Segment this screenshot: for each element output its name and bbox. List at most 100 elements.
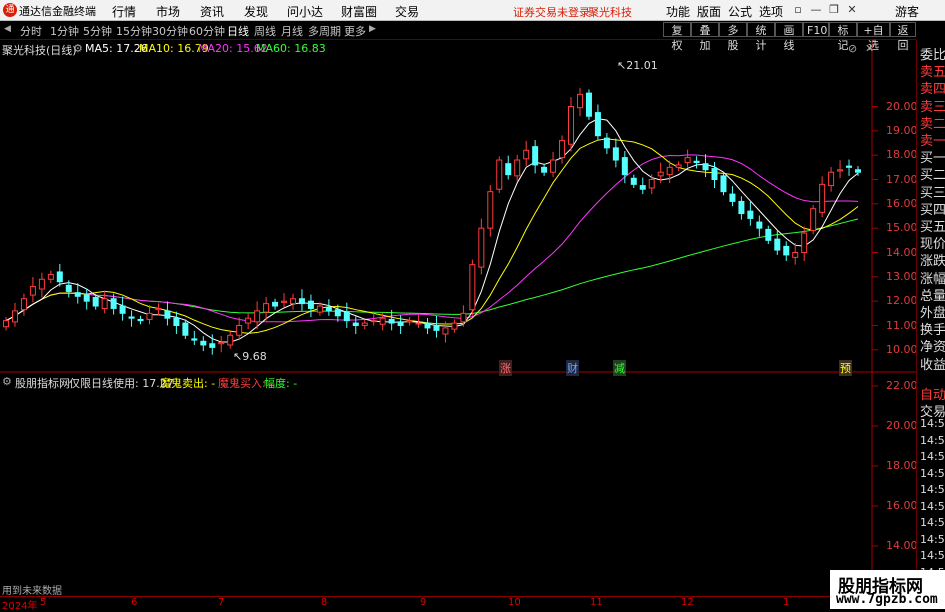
menu-market[interactable]: 市场 — [156, 3, 180, 20]
candle — [693, 160, 700, 163]
marker-finance[interactable]: 财 — [566, 360, 579, 376]
mark-button[interactable]: 标记 — [829, 22, 857, 52]
period-15min[interactable]: 15分钟 — [116, 23, 152, 39]
candle — [585, 92, 592, 117]
indicator-tick-label: 14.00 — [886, 539, 918, 552]
minimize-icon[interactable]: — — [808, 2, 824, 18]
period-1min[interactable]: 1分钟 — [50, 23, 79, 39]
candle — [451, 322, 458, 330]
kline-chart[interactable] — [0, 40, 916, 596]
nav-left-icon[interactable]: ◀ — [4, 24, 11, 34]
month-label: 11 — [590, 597, 603, 608]
candle — [594, 112, 601, 137]
candle — [146, 312, 153, 320]
overlay-button[interactable]: 叠加 — [691, 22, 719, 52]
candle — [11, 310, 18, 323]
period-multi[interactable]: 多周期 — [308, 23, 341, 39]
menu-layout[interactable]: 版面 — [697, 3, 721, 20]
candle — [478, 227, 485, 268]
period-daily[interactable]: 日线 — [227, 23, 249, 39]
menu-wealth[interactable]: 财富圈 — [341, 3, 377, 20]
more-dropdown-icon[interactable]: ▶ — [369, 24, 376, 34]
back-button[interactable]: 返回 — [890, 22, 916, 52]
menu-trade[interactable]: 交易 — [395, 3, 419, 20]
draw-line-button[interactable]: 画线 — [775, 22, 803, 52]
f10-button[interactable]: F10 — [803, 22, 829, 37]
candle — [272, 301, 279, 307]
chart-close-icon[interactable]: ✕ — [865, 42, 874, 55]
menu-ask[interactable]: 问小达 — [287, 3, 323, 20]
candle — [496, 159, 503, 190]
quote-field-label: 总量 — [920, 288, 945, 304]
price-tick-label: 18.00 — [886, 148, 918, 162]
quote-field-label: 现价 — [920, 237, 945, 253]
menu-discover[interactable]: 发现 — [244, 3, 268, 20]
high-price-label: ↖21.01 — [617, 59, 658, 72]
candle — [370, 320, 377, 323]
candle — [837, 169, 844, 172]
month-label: 10 — [508, 597, 521, 608]
period-intraday[interactable]: 分时 — [20, 23, 42, 39]
ma5-line — [5, 118, 859, 343]
ma-lines — [5, 118, 859, 343]
quote-field-label: 卖四 — [920, 82, 945, 98]
candle — [173, 317, 180, 327]
period-weekly[interactable]: 周线 — [254, 23, 276, 39]
quote-field-label: 卖一 — [920, 134, 945, 149]
multi-stock-button[interactable]: 多股 — [719, 22, 747, 52]
marker-forecast[interactable]: 预 — [839, 360, 852, 376]
candle — [137, 318, 144, 322]
candle — [74, 292, 81, 297]
collapse-icon[interactable]: ▫ — [790, 2, 806, 18]
menu-formula[interactable]: 公式 — [728, 3, 752, 20]
candle — [325, 306, 332, 312]
chart-title: 聚光科技(日线) — [2, 44, 77, 57]
candle — [236, 325, 243, 336]
menu-options[interactable]: 选项 — [759, 3, 783, 20]
add-watchlist-button[interactable]: +自选 — [857, 22, 890, 52]
quote-field-label: 收益 — [920, 357, 945, 373]
price-tick-label: 20.00 — [886, 99, 918, 113]
indicator-settings-icon[interactable]: ⚙ — [2, 375, 12, 388]
period-more[interactable]: 更多 — [344, 23, 366, 39]
candle — [747, 210, 754, 219]
candle — [541, 166, 548, 173]
period-5min[interactable]: 5分钟 — [83, 23, 112, 39]
period-60min[interactable]: 60分钟 — [189, 23, 225, 39]
adjust-button[interactable]: 复权 — [663, 22, 691, 52]
price-tick-label: 15.00 — [886, 221, 918, 235]
candle — [523, 149, 530, 160]
candle — [289, 298, 296, 305]
month-label: 5 — [40, 597, 47, 608]
candle — [164, 310, 171, 319]
indicator-grid — [872, 385, 878, 587]
future-data-note: 用到未来数据 — [2, 586, 62, 597]
login-notice[interactable]: 证券交易未登录 — [513, 4, 590, 20]
candle — [316, 305, 323, 313]
period-monthly[interactable]: 月线 — [281, 23, 303, 39]
marker-reduce[interactable]: 减 — [613, 360, 626, 376]
candle — [630, 177, 637, 185]
restore-icon[interactable]: ❐ — [826, 2, 842, 18]
menu-quotes[interactable]: 行情 — [112, 3, 136, 20]
collapse-chart-icon[interactable]: ⊘ — [848, 42, 857, 55]
price-grid — [872, 106, 878, 351]
stats-button[interactable]: 统计 — [747, 22, 775, 52]
menu-news[interactable]: 资讯 — [200, 3, 224, 20]
watermark: 股朋指标网 www.7gpzb.com — [830, 570, 945, 609]
candle — [101, 298, 108, 309]
candle — [20, 298, 27, 311]
close-icon[interactable]: ✕ — [844, 2, 860, 18]
guest-label[interactable]: 游客 — [895, 3, 919, 20]
indicator-name: 股朋指标网 — [15, 377, 70, 390]
quote-field-label: 外盘 — [920, 306, 945, 321]
candle — [559, 140, 566, 159]
candle — [424, 322, 431, 329]
menu-function[interactable]: 功能 — [666, 3, 690, 20]
quote-field-label: 买五 — [920, 220, 945, 235]
period-30min[interactable]: 30分钟 — [152, 23, 188, 39]
settings-icon[interactable]: ⚙ — [73, 42, 83, 55]
quote-field-label: 涨幅 — [920, 271, 945, 287]
marker-limit-up[interactable]: 涨 — [499, 360, 512, 376]
price-tick-label: 12.00 — [886, 294, 918, 308]
